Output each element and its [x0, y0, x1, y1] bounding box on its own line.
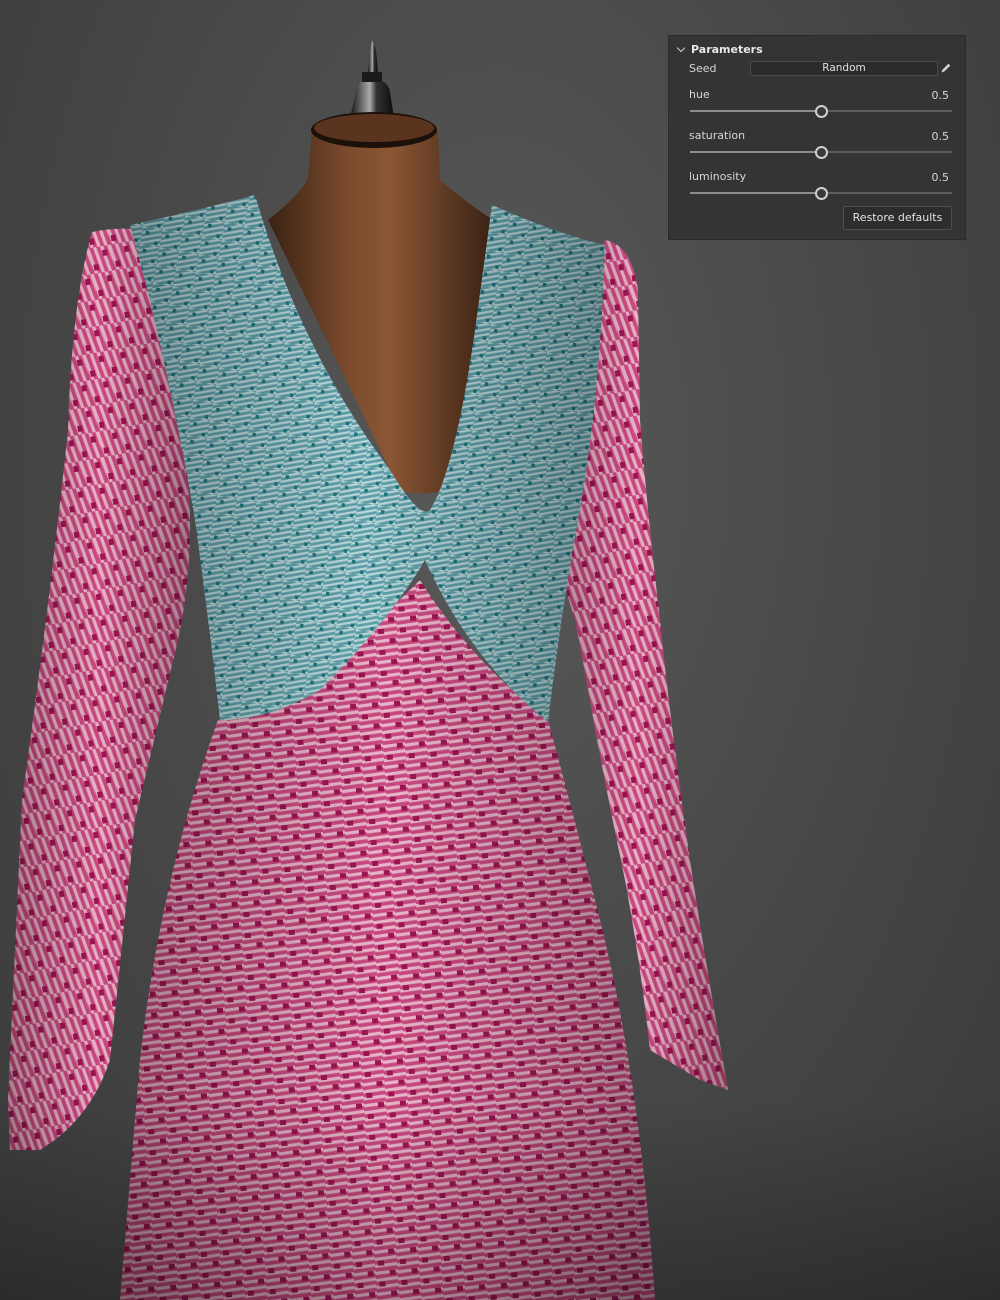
parameters-header[interactable]: Parameters — [677, 41, 763, 57]
luminosity-slider-fill — [690, 192, 821, 194]
param-hue-value: 0.5 — [931, 89, 950, 102]
param-hue-label: hue — [689, 88, 710, 101]
param-saturation-value: 0.5 — [931, 130, 950, 143]
luminosity-slider-handle[interactable] — [815, 187, 828, 200]
hue-slider-track[interactable] — [690, 105, 952, 118]
param-luminosity-value: 0.5 — [931, 171, 950, 184]
seed-label: Seed — [689, 62, 717, 75]
saturation-slider-track[interactable] — [690, 146, 952, 159]
pencil-icon[interactable] — [940, 62, 952, 74]
chevron-down-icon[interactable] — [677, 45, 685, 53]
saturation-slider-handle[interactable] — [815, 146, 828, 159]
hue-slider-handle[interactable] — [815, 105, 828, 118]
seed-random-button[interactable]: Random — [750, 61, 938, 76]
parameters-panel: Parameters Seed Random hue 0.5 saturatio… — [668, 35, 966, 240]
param-luminosity-label: luminosity — [689, 170, 747, 183]
saturation-slider-fill — [690, 151, 821, 153]
hue-slider-fill — [690, 110, 821, 112]
param-hue: hue 0.5 — [689, 88, 953, 124]
param-saturation-label: saturation — [689, 129, 746, 142]
param-saturation: saturation 0.5 — [689, 129, 953, 165]
restore-defaults-button[interactable]: Restore defaults — [843, 206, 952, 230]
param-luminosity: luminosity 0.5 — [689, 170, 953, 206]
parameters-title: Parameters — [691, 42, 763, 56]
luminosity-slider-track[interactable] — [690, 187, 952, 200]
